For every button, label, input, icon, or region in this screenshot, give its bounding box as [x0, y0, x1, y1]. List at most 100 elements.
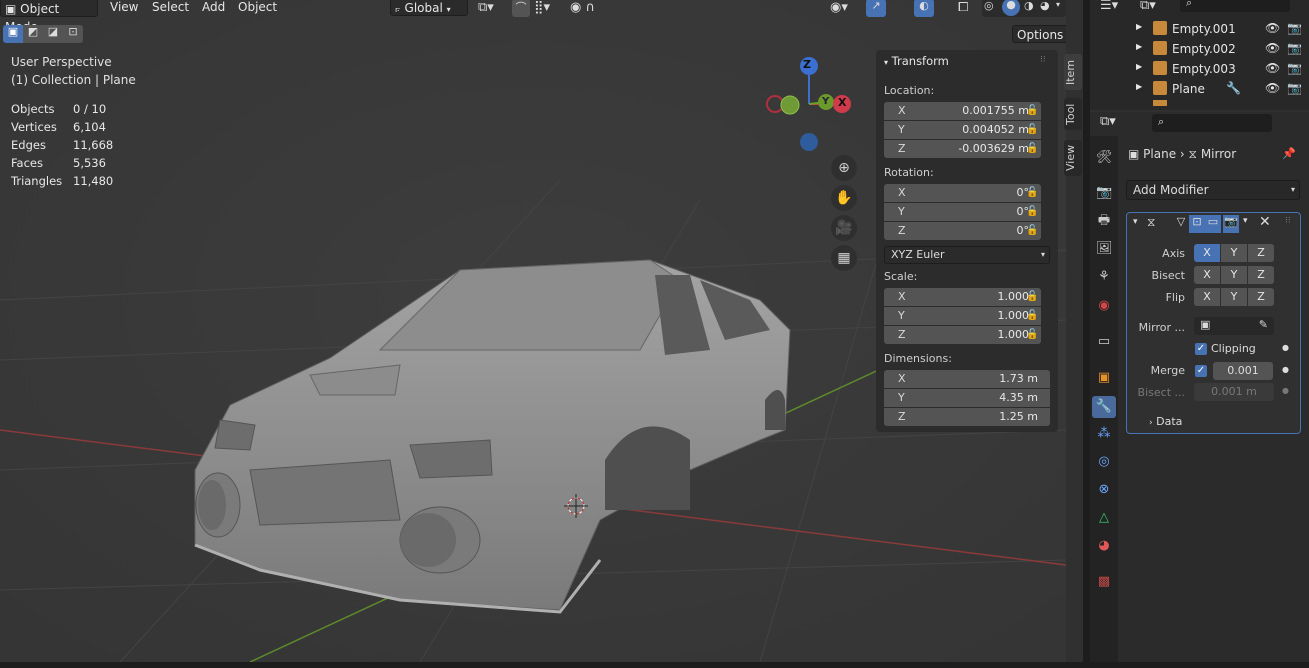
- data-tab-icon[interactable]: △: [1096, 510, 1112, 526]
- expand-arrow-icon[interactable]: ▶: [1136, 62, 1142, 71]
- menu-view[interactable]: View: [110, 0, 138, 14]
- data-subpanel-header[interactable]: › Data: [1149, 415, 1182, 428]
- camera-view-icon[interactable]: 🎥: [831, 215, 857, 241]
- keyframe-dot-icon[interactable]: ●: [1282, 365, 1289, 374]
- lock-icon[interactable]: 🔓: [1026, 187, 1040, 199]
- physics-tab-icon[interactable]: ◎: [1096, 454, 1112, 470]
- axis-x-toggle[interactable]: X: [1194, 244, 1220, 262]
- realtime-icon[interactable]: ▭: [1205, 215, 1221, 233]
- options-dropdown[interactable]: Options ▾: [1012, 25, 1066, 43]
- eye-icon[interactable]: 👁: [1265, 21, 1280, 35]
- lock-icon[interactable]: 🔓: [1026, 206, 1040, 218]
- shading-dropdown-icon[interactable]: ▾: [1056, 0, 1060, 9]
- pin-icon[interactable]: 📌: [1282, 147, 1296, 160]
- camera-icon[interactable]: 📷: [1287, 41, 1302, 55]
- keyframe-dot-icon[interactable]: ●: [1282, 343, 1289, 352]
- scale-y-field[interactable]: Y 1.000: [884, 307, 1041, 325]
- eye-icon[interactable]: 👁: [1265, 81, 1280, 95]
- eyedropper-icon[interactable]: ✎: [1259, 318, 1268, 331]
- rotation-y-field[interactable]: Y 0°: [884, 203, 1041, 221]
- scale-z-field[interactable]: Z 1.000: [884, 326, 1041, 344]
- menu-select[interactable]: Select: [152, 0, 189, 14]
- outliner-row[interactable]: ▶ Empty.003 👁 📷: [1090, 59, 1309, 79]
- view-layer-tab-icon[interactable]: 🖼: [1096, 241, 1113, 257]
- snap-grid-icon[interactable]: ⣿▾: [534, 0, 550, 15]
- zoom-icon[interactable]: ⊕: [831, 155, 857, 181]
- mode-dropdown[interactable]: ▣ Object Mode ▾: [0, 0, 98, 34]
- overlay-toggle-icon[interactable]: ◐: [914, 0, 934, 17]
- lock-icon[interactable]: 🔓: [1026, 310, 1040, 322]
- gizmo-z-label[interactable]: Z: [803, 58, 811, 71]
- transform-header[interactable]: ▾ Transform: [884, 54, 949, 68]
- proportional-edit-icon[interactable]: ◉ ∩: [570, 0, 595, 15]
- solid-shading-icon[interactable]: ●: [1002, 0, 1020, 16]
- select-extend-icon[interactable]: ◩: [23, 25, 43, 43]
- camera-icon[interactable]: 📷: [1287, 61, 1302, 75]
- material-tab-icon[interactable]: ◕: [1096, 538, 1112, 554]
- lock-icon[interactable]: 🔓: [1026, 124, 1040, 136]
- gizmo-toggle-icon[interactable]: ↗: [866, 0, 886, 17]
- lock-icon[interactable]: 🔓: [1026, 291, 1040, 303]
- select-intersect-icon[interactable]: ⊡: [63, 25, 83, 43]
- xray-icon[interactable]: ⧠: [958, 0, 968, 15]
- wireframe-shading-icon[interactable]: ◎: [984, 0, 994, 12]
- edit-mode-icon[interactable]: ⊡: [1189, 215, 1205, 233]
- camera-icon[interactable]: 📷: [1287, 81, 1302, 95]
- eye-icon[interactable]: 👁: [1265, 61, 1280, 75]
- clipping-checkbox[interactable]: ✓: [1195, 343, 1207, 355]
- close-icon[interactable]: ✕: [1259, 214, 1271, 230]
- particles-tab-icon[interactable]: ⁂: [1096, 426, 1112, 442]
- dimension-z-field[interactable]: Z 1.25 m: [884, 408, 1050, 426]
- properties-search-input[interactable]: ⌕: [1152, 114, 1272, 132]
- outliner-row[interactable]: ▶ Empty.002 👁 📷: [1090, 39, 1309, 59]
- object-tab-icon[interactable]: ▣: [1096, 370, 1112, 386]
- rotation-mode-dropdown[interactable]: XYZ Euler ▾: [884, 246, 1050, 264]
- expand-arrow-icon[interactable]: ▶: [1136, 42, 1142, 51]
- merge-distance-field[interactable]: 0.001: [1213, 362, 1273, 380]
- lock-icon[interactable]: 🔓: [1026, 105, 1040, 117]
- menu-object[interactable]: Object: [238, 0, 277, 14]
- pivot-icon[interactable]: ⧉▾: [478, 0, 504, 16]
- perspective-grid-icon[interactable]: ▦: [831, 245, 857, 271]
- gizmo-y-label[interactable]: Y: [822, 96, 829, 107]
- mirror-object-field[interactable]: ▣ ✎: [1194, 317, 1274, 335]
- lock-icon[interactable]: 🔓: [1026, 225, 1040, 237]
- camera-icon[interactable]: 📷: [1287, 21, 1302, 35]
- tab-tool[interactable]: Tool: [1064, 98, 1082, 130]
- collection-tab-icon[interactable]: ▭: [1096, 334, 1112, 350]
- tool-tab-icon[interactable]: 🛠: [1096, 150, 1113, 166]
- wrench-icon[interactable]: 🔧: [1226, 81, 1241, 95]
- outliner-search-input[interactable]: ⌕: [1180, 0, 1290, 12]
- world-tab-icon[interactable]: ◉: [1096, 298, 1112, 314]
- snap-toggle-icon[interactable]: ⌒: [512, 0, 530, 17]
- location-x-field[interactable]: X 0.001755 m: [884, 102, 1041, 120]
- drag-handle-icon[interactable]: ⁝⁝: [1285, 216, 1291, 226]
- rendered-shading-icon[interactable]: ◕: [1040, 0, 1050, 12]
- output-tab-icon[interactable]: 🖶: [1096, 213, 1112, 229]
- properties-editor-icon[interactable]: ⧉▾: [1100, 114, 1116, 129]
- flip-x-toggle[interactable]: X: [1194, 288, 1220, 306]
- render-tab-icon[interactable]: 📷: [1096, 185, 1112, 201]
- pan-hand-icon[interactable]: ✋: [831, 185, 857, 211]
- dimension-y-field[interactable]: Y 4.35 m: [884, 389, 1050, 407]
- axis-z-toggle[interactable]: Z: [1248, 244, 1274, 262]
- drag-handle-icon[interactable]: ⁝⁝: [1040, 55, 1046, 65]
- select-new-icon[interactable]: ▣: [3, 25, 23, 43]
- menu-add[interactable]: Add: [202, 0, 225, 14]
- bisect-z-toggle[interactable]: Z: [1248, 266, 1274, 284]
- outliner-editor-icon[interactable]: ☰▾: [1100, 0, 1118, 13]
- bisect-y-toggle[interactable]: Y: [1221, 266, 1247, 284]
- outliner-row[interactable]: ▶ Plane 🔧 👁 📷: [1090, 79, 1309, 99]
- gizmo-x-label[interactable]: X: [838, 96, 846, 109]
- rotation-x-field[interactable]: X 0°: [884, 184, 1041, 202]
- merge-checkbox[interactable]: ✓: [1195, 365, 1207, 377]
- on-cage-icon[interactable]: ▽: [1173, 215, 1189, 233]
- orientation-dropdown[interactable]: ⟔ Global ▾: [390, 0, 468, 16]
- location-y-field[interactable]: Y 0.004052 m: [884, 121, 1041, 139]
- bisect-x-toggle[interactable]: X: [1194, 266, 1220, 284]
- constraints-tab-icon[interactable]: ⊗: [1096, 482, 1112, 498]
- eye-icon[interactable]: 👁: [1265, 41, 1280, 55]
- scale-x-field[interactable]: X 1.000: [884, 288, 1041, 306]
- scene-tab-icon[interactable]: ⚘: [1096, 269, 1112, 285]
- material-shading-icon[interactable]: ◑: [1024, 0, 1034, 12]
